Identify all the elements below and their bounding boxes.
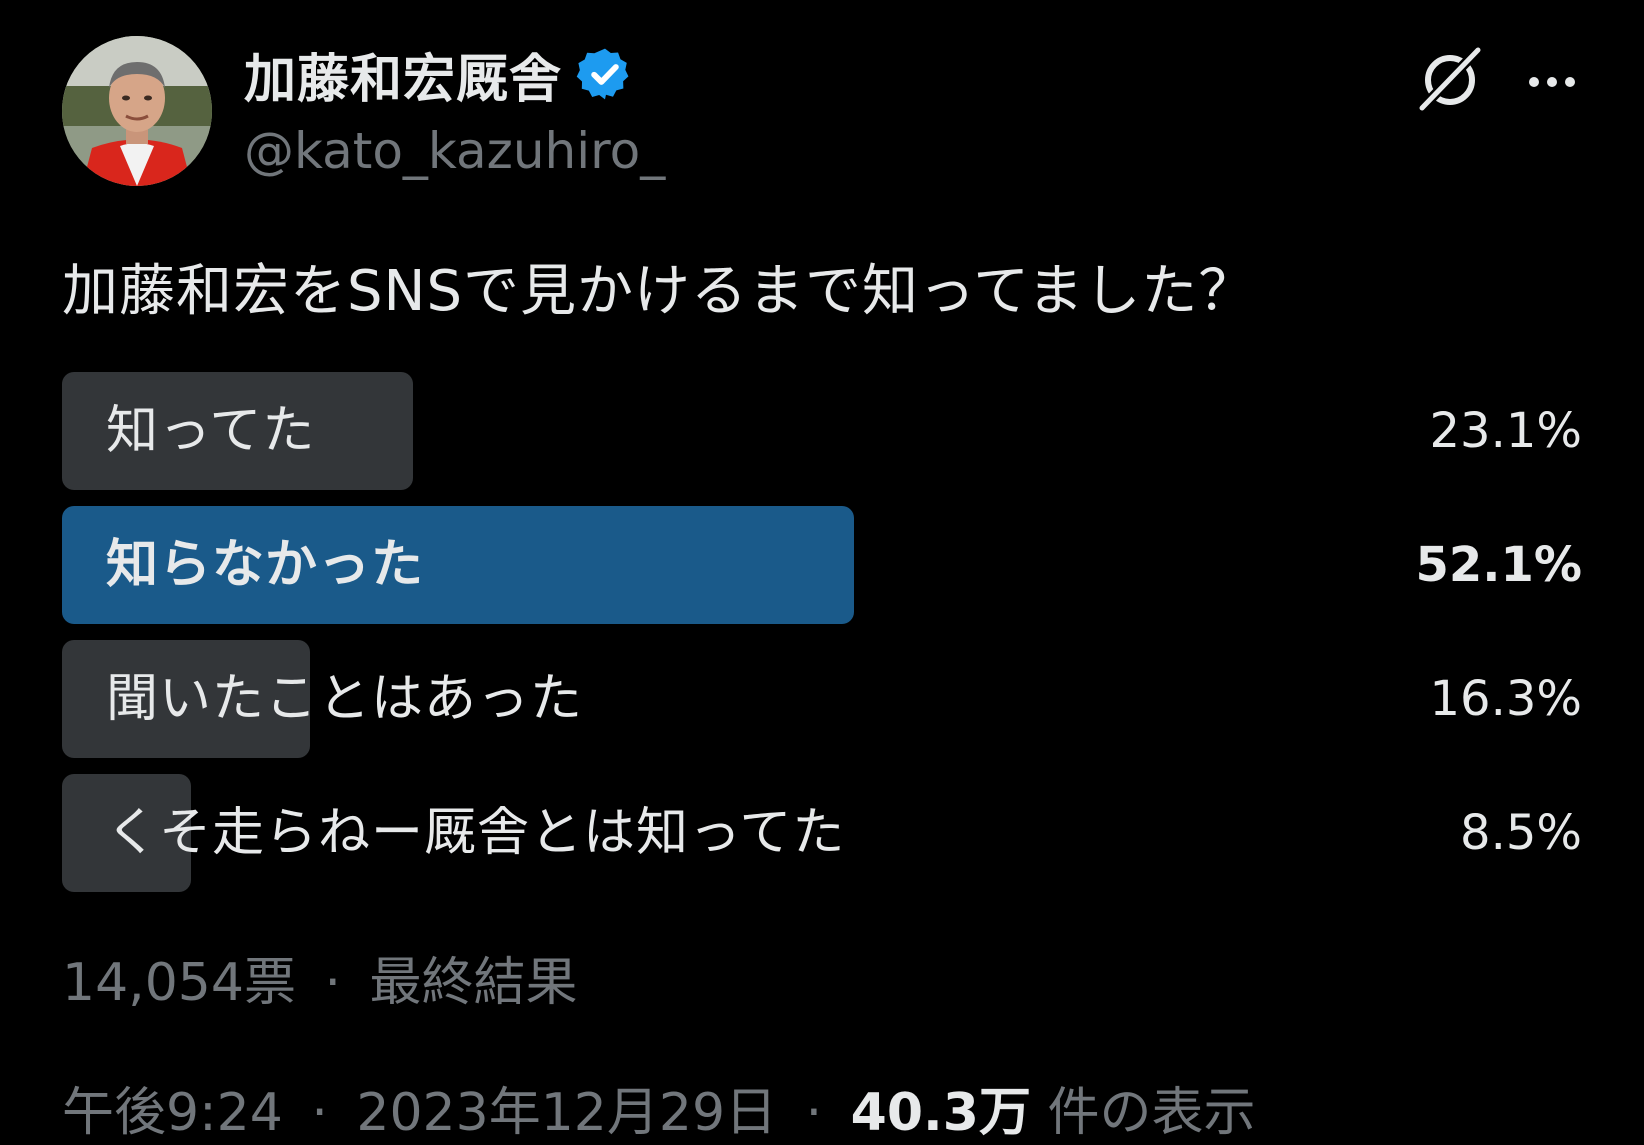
- grok-icon[interactable]: [1410, 40, 1490, 120]
- more-icon[interactable]: [1522, 62, 1582, 102]
- poll-option-label: 聞いたことはあった: [106, 669, 584, 729]
- poll-option-percent: 52.1%: [1415, 537, 1582, 593]
- display-name-row: 加藤和宏厩舎: [244, 42, 665, 110]
- author-handle[interactable]: @kato_kazuhiro_: [244, 122, 665, 180]
- views-label: 件の表示: [1047, 1083, 1256, 1143]
- tweet-meta: 午後9:24 · 2023年12月29日 · 40.3万 件の表示: [62, 1070, 1256, 1145]
- poll-option-label: 知らなかった: [106, 535, 425, 595]
- poll-option[interactable]: くそ走らねー厩舎とは知ってた 8.5%: [62, 774, 1582, 892]
- tweet-time[interactable]: 午後9:24: [62, 1083, 283, 1143]
- display-name[interactable]: 加藤和宏厩舎: [244, 37, 562, 112]
- poll-option-label: 知ってた: [106, 401, 316, 461]
- poll-footer: 14,054票 · 最終結果: [62, 940, 578, 1015]
- poll-option[interactable]: 聞いたことはあった 16.3%: [62, 640, 1582, 758]
- verified-badge-icon: [576, 48, 629, 100]
- tweet-date[interactable]: 2023年12月29日: [356, 1083, 777, 1143]
- author-info: 加藤和宏厩舎 @kato_kazuhiro_: [244, 42, 665, 180]
- poll-status: 最終結果: [369, 953, 578, 1013]
- poll-option-percent: 16.3%: [1429, 671, 1582, 727]
- poll-vote-count: 14,054票: [62, 953, 296, 1013]
- tweet-text: 加藤和宏をSNSで見かけるまで知ってました？: [62, 259, 1256, 324]
- poll-footer-separator: ·: [324, 953, 342, 1013]
- poll-option-percent: 23.1%: [1429, 403, 1582, 459]
- views-count: 40.3万: [850, 1083, 1031, 1143]
- poll-option-label: くそ走らねー厩舎とは知ってた: [106, 803, 846, 863]
- poll-option[interactable]: 知らなかった 52.1%: [62, 506, 1582, 624]
- tweet-header: 加藤和宏厩舎 @kato_kazuhiro_: [62, 36, 1582, 186]
- poll: 知ってた 23.1% 知らなかった 52.1% 聞いたことはあった 16.3% …: [62, 372, 1582, 908]
- meta-separator: ·: [311, 1083, 328, 1143]
- poll-option-percent: 8.5%: [1460, 805, 1582, 861]
- avatar[interactable]: [62, 36, 212, 186]
- poll-option[interactable]: 知ってた 23.1%: [62, 372, 1582, 490]
- meta-separator: ·: [805, 1083, 823, 1143]
